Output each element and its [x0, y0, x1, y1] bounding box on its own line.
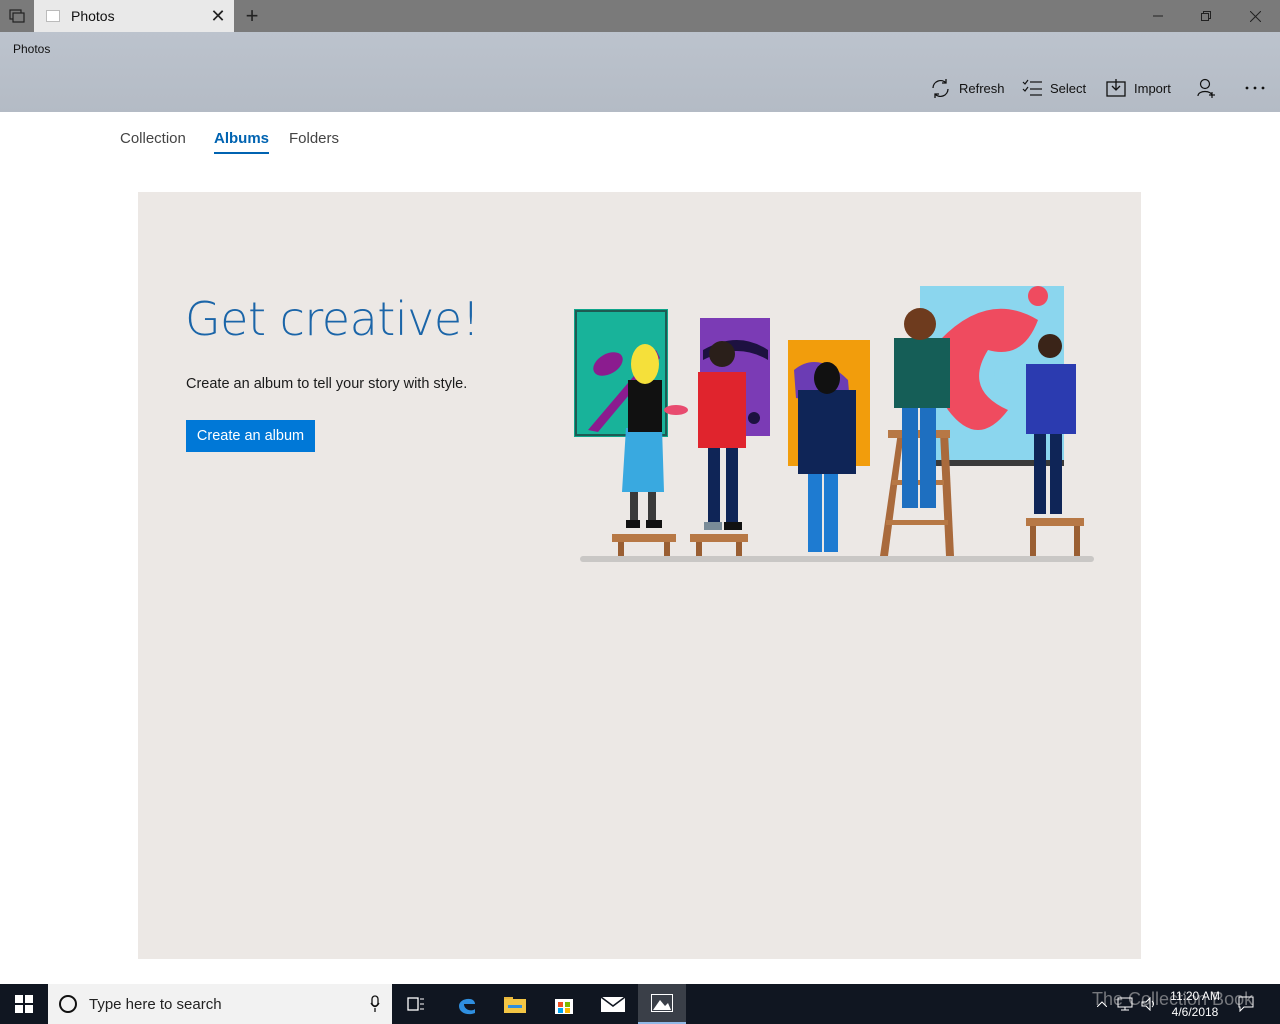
clock-time: 11:20 AM [1170, 989, 1220, 1003]
task-view-icon [407, 997, 424, 1011]
mail-taskbar-button[interactable] [589, 984, 637, 1024]
select-label: Select [1050, 80, 1087, 96]
volume-button[interactable] [1141, 984, 1157, 1024]
hero-title: Get creative! [185, 292, 480, 346]
tab-photos[interactable]: Photos ✕ [34, 0, 234, 32]
get-creative-card: Get creative! Create an album to tell yo… [138, 192, 1141, 959]
edge-icon [459, 998, 475, 1015]
system-clock[interactable]: 11:20 AM 4/6/2018 [1160, 988, 1230, 1020]
tabs-icon [9, 9, 25, 23]
close-window-button[interactable] [1231, 0, 1279, 32]
volume-icon [1141, 997, 1154, 1011]
photos-icon [651, 994, 673, 1012]
restore-button[interactable] [1182, 0, 1230, 32]
close-tab-icon[interactable]: ✕ [202, 0, 234, 32]
task-view-button[interactable] [392, 984, 440, 1024]
mail-icon [601, 996, 625, 1012]
tab-switcher-button[interactable] [0, 0, 34, 32]
search-placeholder: Type here to search [89, 995, 222, 1013]
refresh-label: Refresh [959, 80, 1005, 96]
select-checklist-icon [1022, 79, 1042, 96]
app-title: Photos [13, 42, 51, 56]
tab-albums[interactable]: Albums [214, 130, 270, 154]
tab-title: Photos [71, 8, 115, 24]
network-icon [1117, 997, 1133, 1011]
import-label: Import [1134, 80, 1171, 96]
notifications-icon [1238, 996, 1254, 1012]
microphone-icon[interactable] [370, 995, 380, 1013]
network-button[interactable] [1117, 984, 1133, 1024]
start-button[interactable] [0, 984, 48, 1024]
restore-icon [1201, 11, 1211, 21]
select-button[interactable]: Select [1022, 76, 1086, 100]
import-icon [1106, 79, 1126, 97]
photos-taskbar-button[interactable] [638, 984, 686, 1024]
new-tab-button[interactable]: + [240, 0, 264, 32]
close-icon [1249, 10, 1261, 22]
taskbar-search-box[interactable]: Type here to search [48, 984, 392, 1024]
minimize-icon [1153, 15, 1163, 17]
action-center-button[interactable] [1238, 984, 1254, 1024]
show-hidden-icons-button[interactable] [1097, 984, 1107, 1024]
windows-logo-icon [15, 995, 33, 1013]
taskbar: Type here to search The Collection Book … [0, 984, 1280, 1024]
app-header: Photos Refresh Select Import [0, 32, 1280, 112]
create-album-button[interactable]: Create an album [186, 420, 315, 452]
folder-icon [504, 997, 526, 1013]
title-bar: Photos ✕ + [0, 0, 1280, 32]
refresh-button[interactable]: Refresh [930, 76, 1005, 100]
cortana-icon [59, 995, 77, 1013]
edge-taskbar-button[interactable] [443, 984, 491, 1024]
more-options-button[interactable] [1244, 76, 1274, 100]
import-button[interactable]: Import [1106, 76, 1171, 100]
tab-folders[interactable]: Folders [289, 130, 339, 147]
file-explorer-taskbar-button[interactable] [491, 984, 539, 1024]
chevron-up-icon [1097, 1001, 1107, 1007]
more-icon [1245, 86, 1265, 90]
tab-collection[interactable]: Collection [120, 130, 186, 147]
photos-tab-icon [46, 10, 60, 22]
account-button[interactable] [1197, 76, 1225, 100]
add-person-icon [1197, 78, 1215, 98]
refresh-icon [932, 78, 949, 98]
artists-painting-illustration [574, 286, 1094, 562]
store-icon [555, 999, 573, 1014]
minimize-button[interactable] [1134, 0, 1182, 32]
clock-date: 4/6/2018 [1171, 1005, 1219, 1019]
hero-subtitle: Create an album to tell your story with … [186, 376, 468, 392]
store-taskbar-button[interactable] [540, 984, 588, 1024]
